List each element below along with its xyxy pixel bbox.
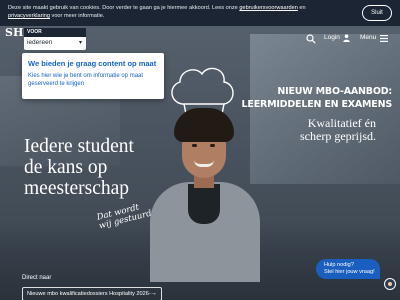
headline-line-1: Iedere student <box>24 136 134 157</box>
arrow-right-icon: → <box>150 290 157 297</box>
direct-to-link[interactable]: Nieuwe mbo kwalificatiedossiers Hospital… <box>22 287 162 300</box>
popup-text: Kies hier wie je bent om informatie op m… <box>28 73 144 87</box>
help-line-1: Hulp nodig? <box>324 262 354 268</box>
privacy-link[interactable]: privacyverklaring <box>8 13 50 19</box>
direct-to-label: Direct naar <box>22 275 52 281</box>
promo-heading-line-1: NIEUW MBO-AANBOD: <box>277 86 392 97</box>
chat-avatar-icon[interactable] <box>384 278 396 290</box>
hamburger-icon[interactable] <box>380 35 388 42</box>
cookie-text-after: voor meer informatie. <box>49 13 105 19</box>
help-chat-bubble[interactable]: Hulp nodig? Stel hier jouw vraag! <box>316 259 380 279</box>
help-line-2: Stel hier jouw vraag! <box>324 269 375 275</box>
audience-label: VOOR <box>24 28 86 37</box>
login-link[interactable]: Login <box>324 33 340 43</box>
audience-value: iedereen <box>27 39 53 46</box>
chevron-down-icon: ▾ <box>78 40 82 46</box>
menu-button[interactable]: Menu <box>360 33 376 43</box>
popup-title: We bieden je graag content op maat <box>28 59 157 68</box>
terms-link[interactable]: gebruikersvoorwaarden <box>239 5 297 11</box>
eye-right <box>210 144 215 147</box>
site-logo[interactable]: SH <box>5 27 23 48</box>
cookie-text-before: Deze site maakt gebruik van cookies. Doo… <box>8 5 240 11</box>
headline-line-2: de kans op <box>24 157 108 178</box>
search-icon[interactable] <box>306 34 316 44</box>
content-personalization-popup[interactable]: We bieden je graag content op maat Kies … <box>22 53 164 99</box>
hero-headline: Iedere student de kans op meesterschap <box>24 136 184 199</box>
cookie-close-button[interactable]: Sluit <box>362 5 392 21</box>
eye-left <box>192 144 197 147</box>
cookie-text: Deze site maakt gebruik van cookies. Doo… <box>8 4 348 20</box>
cookie-bar: Deze site maakt gebruik van cookies. Doo… <box>0 0 400 26</box>
promo-subheading-line-2: scherp geprijsd. <box>300 129 376 143</box>
promo-subheading-line-1: Kwalitatief én <box>307 116 376 130</box>
promo-heading-line-2: LEERMIDDELEN EN EXAMENS <box>241 99 393 110</box>
direct-link-text: Nieuwe mbo kwalificatiedossiers Hospital… <box>27 291 151 297</box>
user-icon[interactable] <box>343 34 350 42</box>
cookie-text-and: en <box>297 5 306 11</box>
headline-line-3: meesterschap <box>24 178 130 199</box>
shirt <box>188 184 220 224</box>
audience-select[interactable]: VOOR iedereen ▾ <box>24 28 86 50</box>
